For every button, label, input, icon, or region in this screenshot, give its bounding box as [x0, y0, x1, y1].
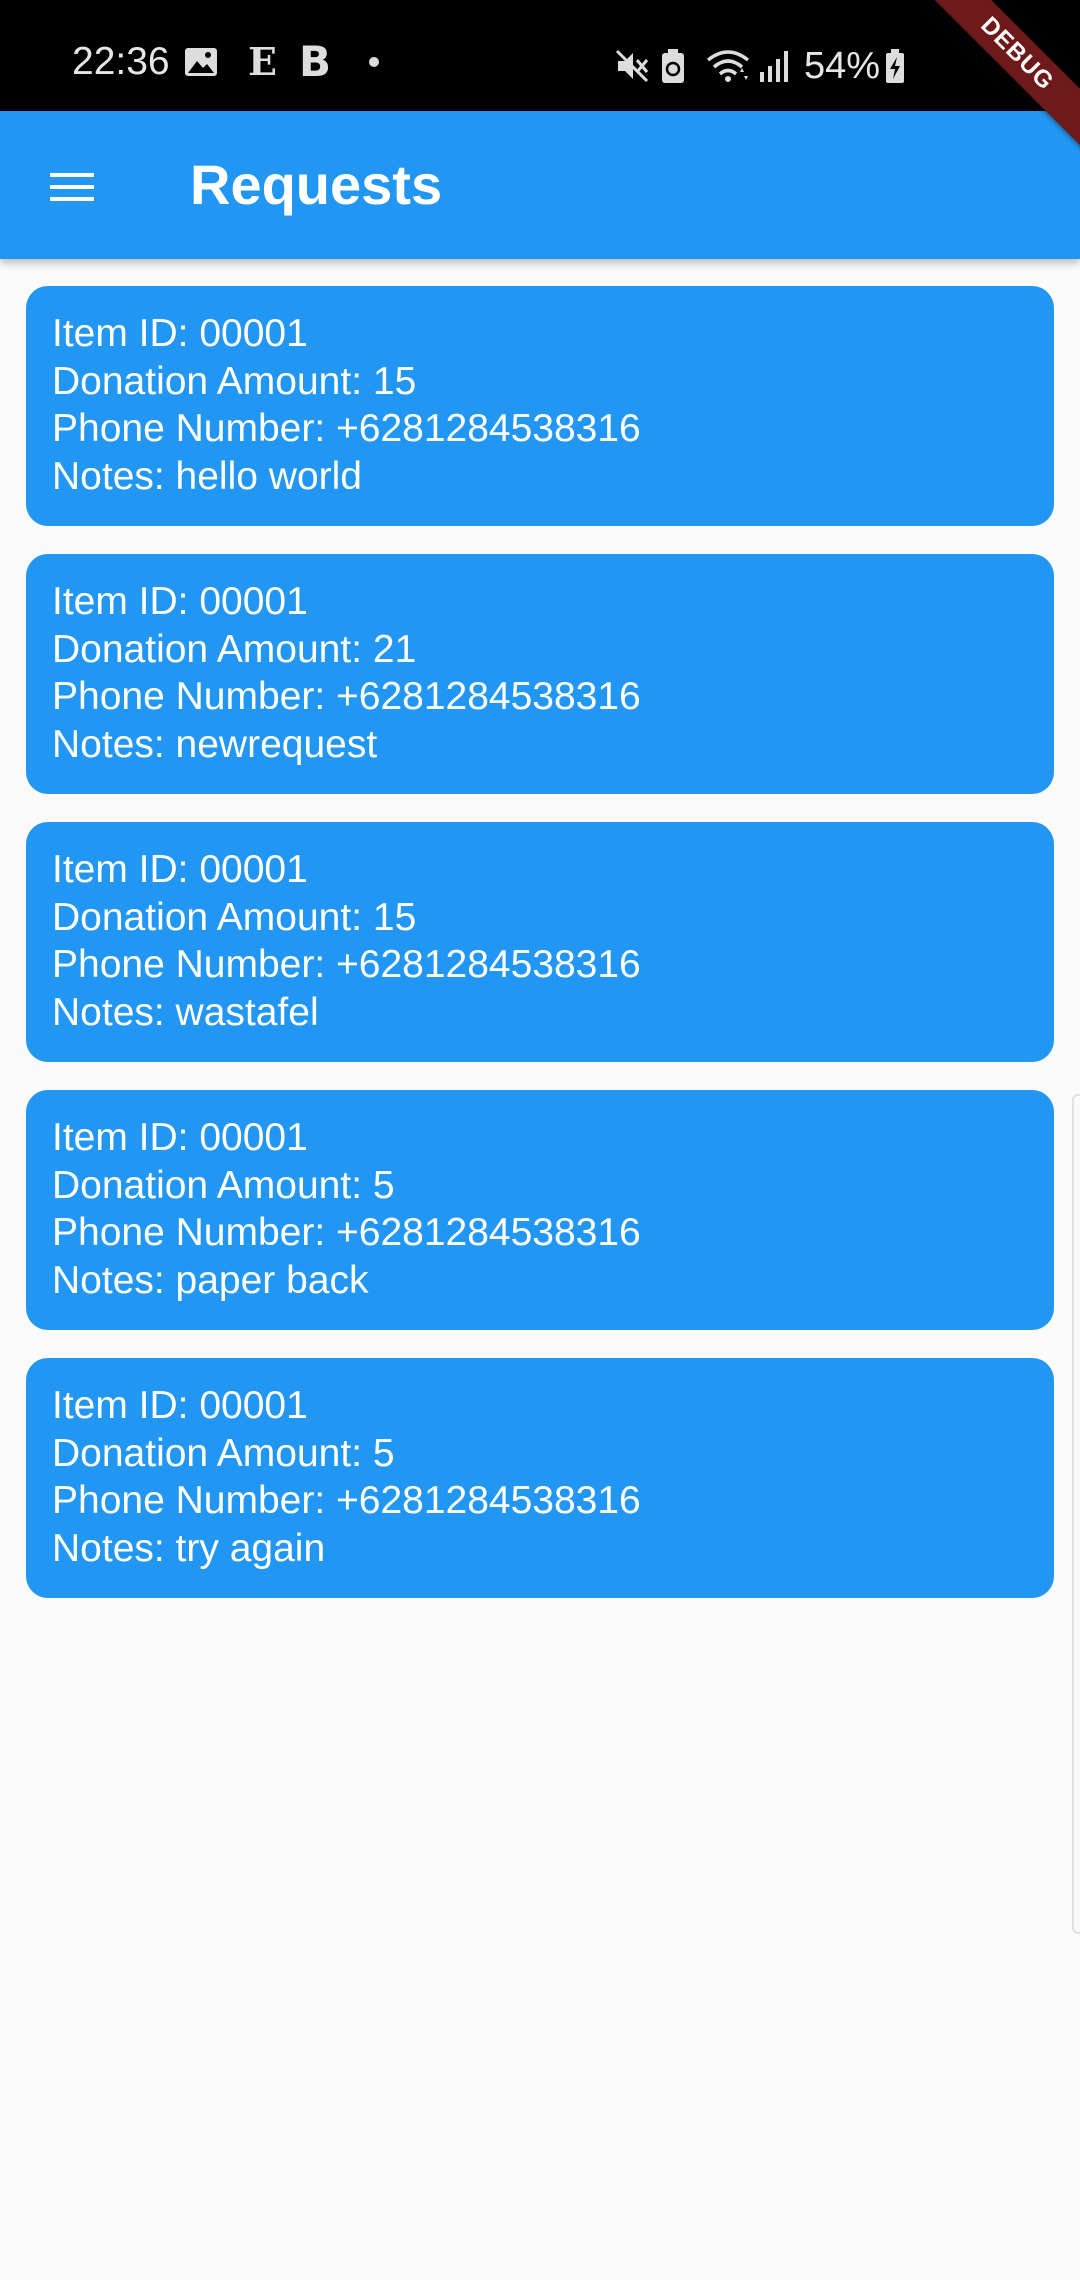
- menu-icon: [50, 173, 94, 201]
- notes: Notes: wastafel: [52, 990, 319, 1034]
- page-title: Requests: [190, 153, 443, 216]
- menu-button[interactable]: [30, 145, 114, 229]
- status-time: 22:36: [72, 40, 170, 83]
- notification-dot-icon: [368, 57, 379, 67]
- notes: Notes: try again: [52, 1526, 326, 1570]
- request-list: Item ID: 00001 Donation Amount: 15 Phone…: [26, 286, 1054, 1626]
- status-right-icons: 54%: [614, 46, 906, 86]
- image-icon: [184, 47, 218, 77]
- donation-amount: Donation Amount: 21: [52, 627, 417, 671]
- request-card[interactable]: Item ID: 00001 Donation Amount: 5 Phone …: [26, 1358, 1054, 1598]
- item-id: Item ID: 00001: [52, 312, 308, 355]
- scrollbar[interactable]: [1072, 1094, 1080, 1934]
- donation-amount: Donation Amount: 5: [52, 1431, 395, 1475]
- battery-percent: 54%: [804, 45, 881, 87]
- battery-saver-icon: [660, 48, 686, 84]
- status-bar: 22:36 E B 54%: [0, 0, 1080, 111]
- item-id: Item ID: 00001: [52, 1116, 308, 1159]
- status-left-icons: E B: [184, 40, 379, 84]
- item-id: Item ID: 00001: [52, 580, 308, 623]
- notes: Notes: hello world: [52, 454, 362, 498]
- request-card[interactable]: Item ID: 00001 Donation Amount: 5 Phone …: [26, 1090, 1054, 1330]
- phone-number: Phone Number: +6281284538316: [52, 943, 641, 986]
- signal-icon: [758, 48, 790, 84]
- e-app-icon: E: [248, 39, 277, 84]
- donation-amount: Donation Amount: 15: [52, 895, 417, 939]
- item-id: Item ID: 00001: [52, 848, 308, 891]
- donation-amount: Donation Amount: 5: [52, 1163, 395, 1207]
- request-card[interactable]: Item ID: 00001 Donation Amount: 15 Phone…: [26, 822, 1054, 1062]
- item-id: Item ID: 00001: [52, 1384, 308, 1427]
- phone-number: Phone Number: +6281284538316: [52, 675, 641, 718]
- phone-number: Phone Number: +6281284538316: [52, 1211, 641, 1254]
- phone-number: Phone Number: +6281284538316: [52, 407, 641, 450]
- wifi-icon: [706, 48, 750, 84]
- b-app-icon: B: [298, 37, 331, 86]
- request-card[interactable]: Item ID: 00001 Donation Amount: 15 Phone…: [26, 286, 1054, 526]
- phone-number: Phone Number: +6281284538316: [52, 1479, 641, 1522]
- battery-charging-icon: [884, 48, 906, 84]
- app-bar: Requests: [0, 111, 1080, 259]
- donation-amount: Donation Amount: 15: [52, 359, 417, 403]
- notes: Notes: paper back: [52, 1258, 369, 1302]
- request-card[interactable]: Item ID: 00001 Donation Amount: 21 Phone…: [26, 554, 1054, 794]
- mute-icon: [614, 48, 650, 84]
- notes: Notes: newrequest: [52, 722, 378, 766]
